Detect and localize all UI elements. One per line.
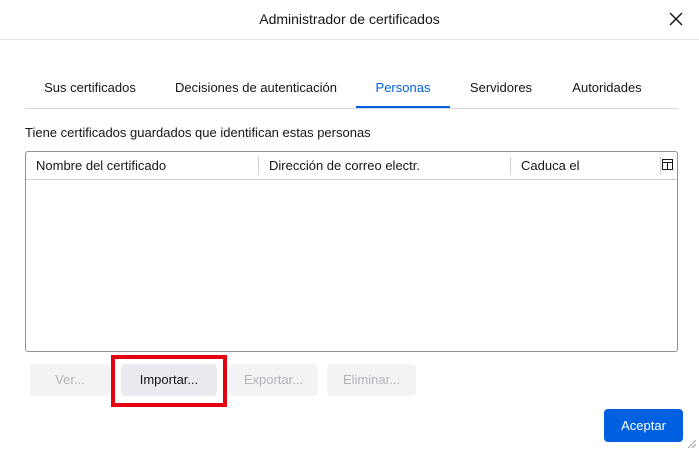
close-icon [669,12,683,26]
resize-grip-icon[interactable] [685,437,697,449]
tab-strip: Sus certificados Decisiones de autentica… [25,68,678,109]
column-header-expires[interactable]: Caduca el [511,152,661,179]
column-header-certificate-name[interactable]: Nombre del certificado [26,152,258,179]
column-divider [660,157,661,175]
tab-servers[interactable]: Servidores [456,68,546,108]
certificate-table[interactable]: Nombre del certificado Dirección de corr… [25,151,678,352]
tab-authentication-decisions[interactable]: Decisiones de autenticación [162,68,350,108]
certificate-manager-dialog: Administrador de certificados Sus certif… [0,0,699,451]
accept-button[interactable]: Aceptar [604,409,683,442]
table-header: Nombre del certificado Dirección de corr… [26,152,677,180]
close-button[interactable] [667,10,685,28]
title-bar: Administrador de certificados [0,0,699,40]
tab-your-certificates[interactable]: Sus certificados [25,68,155,108]
view-button[interactable]: Ver... [30,364,110,396]
export-button[interactable]: Exportar... [229,364,318,396]
tab-people[interactable]: Personas [356,68,450,108]
column-picker-icon[interactable] [662,159,673,170]
tab-authorities[interactable]: Autoridades [559,68,655,108]
delete-button[interactable]: Eliminar... [327,364,416,396]
dialog-title: Administrador de certificados [259,11,440,27]
column-header-email[interactable]: Dirección de correo electr. [259,152,509,179]
import-highlight-box [111,355,227,407]
description-text: Tiene certificados guardados que identif… [25,125,371,140]
